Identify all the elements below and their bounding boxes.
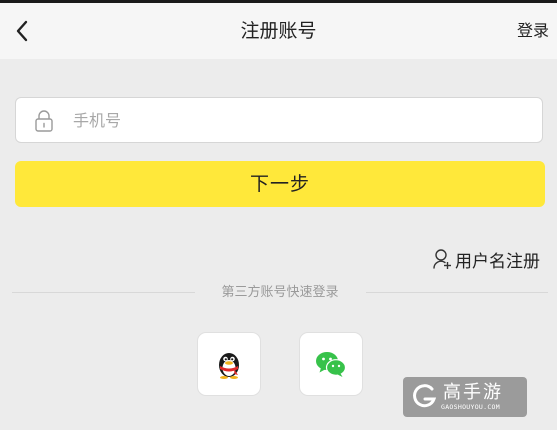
qq-penguin-icon xyxy=(219,353,239,379)
phone-field xyxy=(15,97,543,143)
divider-line-right xyxy=(366,292,548,293)
gaoshouyou-logo-icon xyxy=(413,384,437,408)
login-link[interactable]: 登录 xyxy=(517,3,549,59)
lock-icon xyxy=(35,110,53,132)
wechat-login-button[interactable] xyxy=(299,332,363,396)
qq-login-button[interactable] xyxy=(197,332,261,396)
user-add-icon xyxy=(433,249,451,269)
watermark: 高手游 GAOSHOUYOU.COM xyxy=(403,377,527,417)
wechat-icon xyxy=(316,352,347,377)
third-party-divider: 第三方账号快速登录 xyxy=(12,283,548,303)
username-register-label: 用户名注册 xyxy=(455,251,540,272)
third-party-title: 第三方账号快速登录 xyxy=(221,285,339,300)
nav-bar: 注册账号 登录 xyxy=(0,3,557,59)
watermark-text: 高手游 xyxy=(443,382,503,403)
watermark-subtext: GAOSHOUYOU.COM xyxy=(441,403,500,411)
page-title: 注册账号 xyxy=(240,20,317,42)
phone-input[interactable] xyxy=(71,98,533,142)
username-register-link[interactable]: 用户名注册 xyxy=(432,245,540,273)
next-step-button[interactable]: 下一步 xyxy=(15,161,545,207)
